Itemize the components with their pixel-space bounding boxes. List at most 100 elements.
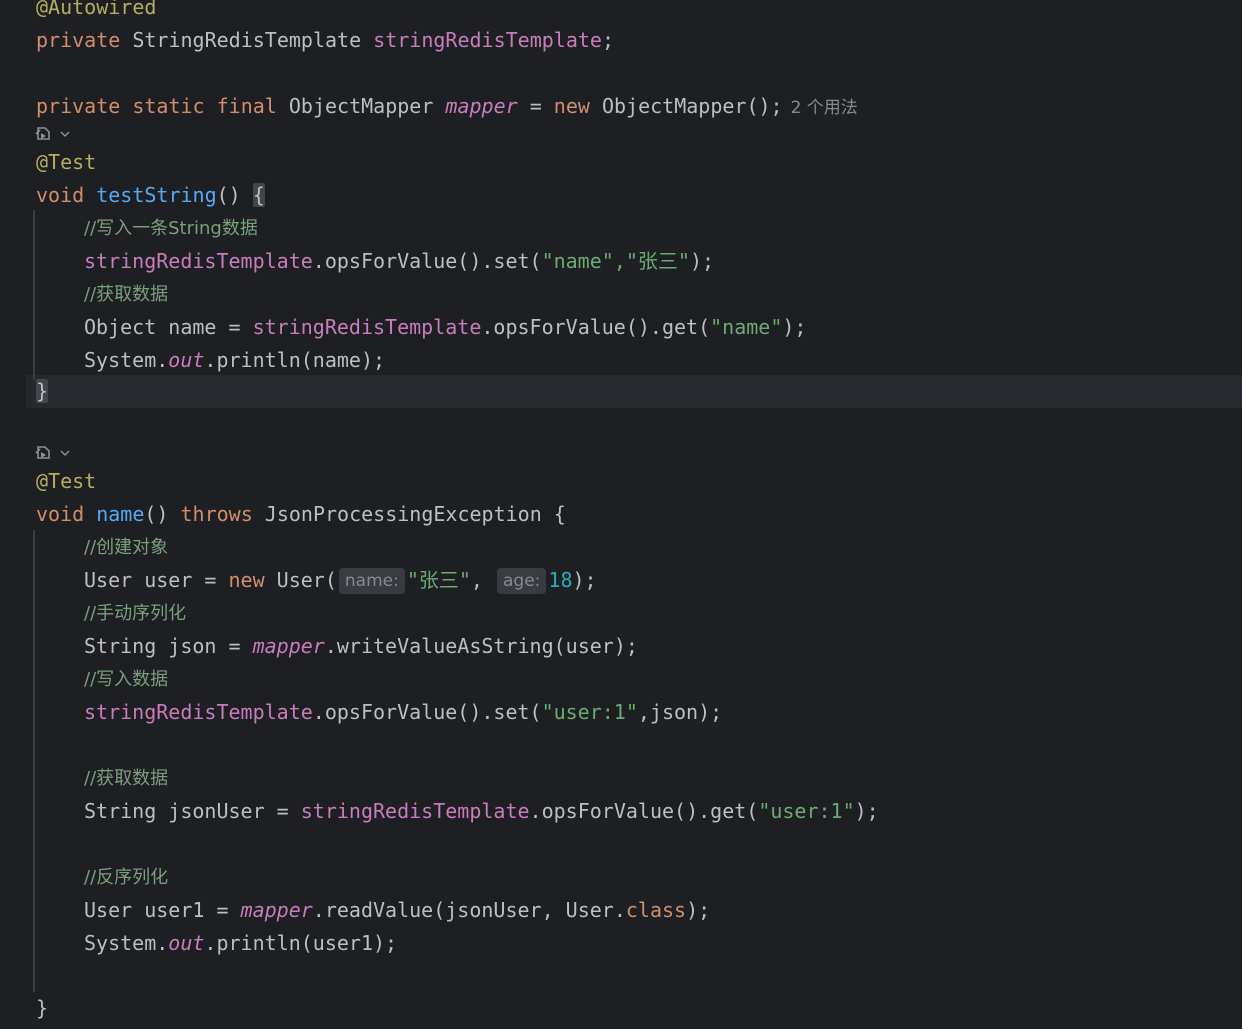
method-call: .readValue(jsonUser, User. [312, 898, 626, 922]
comment: //写入数据 [84, 669, 169, 690]
code-line[interactable]: User user1 = mapper.readValue(jsonUser, … [0, 894, 1242, 927]
type-name: StringRedisTemplate [120, 28, 374, 52]
declaration: User user = [84, 568, 229, 592]
run-test-icon [35, 446, 50, 459]
statement: } [36, 375, 49, 408]
static-field-ref: mapper [240, 898, 313, 922]
comment: //写入一条String数据 [84, 218, 258, 239]
comment: //获取数据 [84, 768, 169, 789]
statement: System.out.println(name); [84, 344, 385, 377]
chevron-down-icon [60, 450, 70, 457]
annotation: @Test [36, 469, 97, 493]
code-line[interactable]: } [0, 992, 1242, 1025]
chevron-down-icon [60, 131, 70, 138]
code-line[interactable]: //写入数据 [0, 663, 1242, 696]
statement: String json = mapper.writeValueAsString(… [84, 630, 638, 663]
statement: User user1 = mapper.readValue(jsonUser, … [84, 894, 710, 927]
method-name: name [96, 502, 145, 526]
code-line[interactable]: private StringRedisTemplate stringRedisT… [0, 24, 1242, 57]
run-test-button[interactable] [34, 441, 76, 465]
code-line[interactable]: String json = mapper.writeValueAsString(… [0, 630, 1242, 663]
method-call: .opsForValue().set( [312, 249, 542, 273]
code-line[interactable]: stringRedisTemplate.opsForValue().set("n… [0, 245, 1242, 278]
code-line[interactable]: @Test [0, 146, 1242, 179]
mapper-declaration: private static final ObjectMapper mapper… [36, 90, 858, 123]
statement: stringRedisTemplate.opsForValue().set("n… [84, 245, 714, 278]
keyword: throws [180, 502, 253, 526]
close-brace: } [36, 379, 49, 403]
field-ref: stringRedisTemplate [84, 249, 313, 273]
class-ref: System. [84, 348, 169, 372]
declaration: String jsonUser = [84, 799, 301, 823]
statement: String jsonUser = stringRedisTemplate.op… [84, 795, 879, 828]
static-field-ref: out [168, 348, 205, 372]
field-ref: stringRedisTemplate [300, 799, 530, 823]
keyword: void [36, 183, 85, 207]
method-signature: void testString() { [36, 179, 265, 212]
class-ref: System. [84, 931, 169, 955]
exception-type: JsonProcessingException { [252, 502, 566, 526]
field-ref: stringRedisTemplate [84, 700, 313, 724]
declaration: String json = [84, 634, 253, 658]
code-line[interactable]: //写入一条String数据 [0, 212, 1242, 245]
punctuation: ,json); [637, 700, 723, 724]
code-line[interactable]: void testString() { [0, 179, 1242, 212]
code-line[interactable]: @Test [0, 465, 1242, 498]
code-line[interactable]: System.out.println(user1); [0, 927, 1242, 960]
code-line[interactable]: //反序列化 [0, 861, 1242, 894]
code-line[interactable]: String jsonUser = stringRedisTemplate.op… [0, 795, 1242, 828]
run-test-icon [35, 127, 50, 140]
code-line[interactable]: void name() throws JsonProcessingExcepti… [0, 498, 1242, 531]
method-call: .opsForValue().get( [529, 799, 759, 823]
static-field-ref: out [168, 931, 205, 955]
code-line[interactable]: User user = new User(name: "张三", age: 18); [0, 564, 1242, 597]
string-literal: "name" [710, 315, 783, 339]
open-brace: { [252, 183, 265, 207]
code-line[interactable]: //创建对象 [0, 531, 1242, 564]
method-call: .opsForValue().set( [312, 700, 542, 724]
keyword: private [36, 28, 121, 52]
static-field-name: mapper [445, 94, 518, 118]
statement: System.out.println(user1); [84, 927, 397, 960]
method-call: .opsForValue().get( [481, 315, 711, 339]
method-call: .println(name); [204, 348, 386, 372]
code-line[interactable]: Object name = stringRedisTemplate.opsFor… [0, 311, 1242, 344]
field-declaration: private StringRedisTemplate stringRedisT… [36, 24, 614, 57]
type-name: ObjectMapper [276, 94, 446, 118]
code-line[interactable]: //获取数据 [0, 278, 1242, 311]
string-literal: "user:1" [758, 799, 855, 823]
code-line[interactable]: stringRedisTemplate.opsForValue().set("u… [0, 696, 1242, 729]
punctuation: ); [854, 799, 879, 823]
code-line[interactable]: //获取数据 [0, 762, 1242, 795]
number-literal: 18 [548, 568, 573, 592]
punctuation: ); [686, 898, 711, 922]
code-line[interactable]: //手动序列化 [0, 597, 1242, 630]
code-line[interactable]: System.out.println(name); [0, 344, 1242, 377]
usages-hint[interactable]: 2 个用法 [791, 98, 858, 118]
method-signature: void name() throws JsonProcessingExcepti… [36, 498, 566, 531]
static-field-ref: mapper [252, 634, 325, 658]
method-call: .writeValueAsString(user); [324, 634, 638, 658]
code-line[interactable]: private static final ObjectMapper mapper… [0, 90, 1242, 123]
code-line[interactable]: @Autowired [0, 0, 1242, 24]
close-brace: } [36, 996, 49, 1020]
string-literal: "张三" [406, 568, 471, 592]
annotation: @Test [36, 150, 97, 174]
statement: Object name = stringRedisTemplate.opsFor… [84, 311, 806, 344]
punctuation: ); [689, 249, 715, 273]
statement: stringRedisTemplate.opsForValue().set("u… [84, 696, 722, 729]
run-test-button[interactable] [34, 122, 76, 146]
punctuation: , [613, 249, 626, 273]
parameter-hint: age: [497, 568, 547, 594]
punctuation: ); [572, 568, 597, 592]
string-literal: "user:1" [541, 700, 638, 724]
method-call: .println(user1); [204, 931, 398, 955]
keyword: class [625, 898, 687, 922]
comment: //反序列化 [84, 867, 169, 888]
keyword: new [553, 94, 590, 118]
parens: () [216, 183, 253, 207]
keyword: private static final [36, 94, 277, 118]
code-line[interactable]: } [0, 375, 1242, 408]
code-editor[interactable]: @Autowired private StringRedisTemplate s… [0, 0, 1242, 1029]
operator: = [517, 94, 554, 118]
